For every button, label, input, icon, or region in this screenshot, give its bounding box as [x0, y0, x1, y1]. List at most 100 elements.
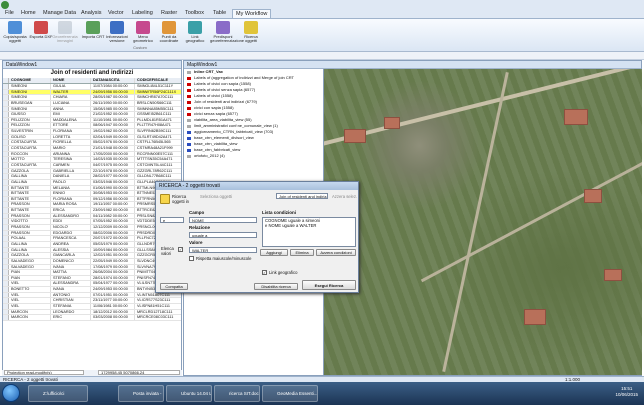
table-cell[interactable]: 01/06/1990 00:00:00 — [91, 185, 135, 191]
table-cell[interactable]: 23/09/1982 00:00:00 — [91, 208, 135, 213]
table-cell[interactable]: 05/04/1977 00:00:00 — [91, 281, 135, 287]
table-cell[interactable]: 26/11/1950 00:00:00 — [91, 100, 135, 106]
table-cell[interactable]: POLAAL — [9, 236, 51, 241]
table-cell[interactable]: EDDI — [51, 219, 91, 225]
table-cell[interactable]: RCCRNN00E57C111 — [135, 152, 179, 157]
app-logo-icon[interactable] — [1, 1, 9, 9]
table-cell[interactable]: IVANA — [51, 264, 91, 270]
table-cell[interactable]: 08/02/2006 00:00:00 — [91, 230, 135, 236]
table-cell[interactable]: TERESINA — [51, 157, 91, 162]
tab-toolbox[interactable]: Toolbox — [182, 9, 207, 18]
table-cell[interactable]: SMNNNA85M55C111 — [135, 107, 179, 112]
table-cell[interactable]: STEFANO — [51, 275, 91, 281]
table-cell[interactable]: MOTTO — [9, 157, 51, 162]
table-cell[interactable]: 19/11/1957 00:00:00 — [91, 202, 135, 208]
table-cell[interactable]: 22/05/1949 00:00:00 — [91, 258, 135, 264]
ricerca-oggetti-button[interactable]: Ricerca oggetti — [238, 21, 264, 49]
table-cell[interactable]: GSSMEI52B61C111 — [135, 112, 179, 117]
table-cell[interactable]: SMNGLI84L51C111Y — [135, 84, 179, 89]
table-cell[interactable]: BITTANTE — [9, 191, 51, 196]
table-cell[interactable]: 11/07/1984 00:00:00 — [91, 84, 135, 89]
table-cell[interactable]: COSTACURTA — [9, 146, 51, 151]
table-cell[interactable]: 30/08/1953 00:00:00 — [91, 191, 135, 196]
table-cell[interactable]: VIEL — [9, 281, 51, 287]
table-cell[interactable]: COSTACURTA — [9, 162, 51, 168]
table-cell[interactable]: PIAN — [9, 270, 51, 275]
table-cell[interactable]: CSTFLL76B45L565 — [135, 140, 179, 145]
table-cell[interactable]: 19/02/1962 00:00:00 — [91, 129, 135, 134]
table-cell[interactable]: SIMEONI — [9, 89, 51, 95]
table-cell[interactable]: ALESSIA — [51, 247, 91, 253]
column-header[interactable]: DATANASCITA — [91, 78, 135, 83]
table-cell[interactable]: MARIO — [51, 146, 91, 151]
table-cell[interactable]: FLORIANA — [51, 196, 91, 202]
table-cell[interactable]: 04/07/1975 00:00:00 — [91, 162, 135, 168]
table-cell[interactable]: 14/03/1935 00:00:00 — [91, 157, 135, 162]
relazione-select[interactable]: uguale a — [189, 232, 257, 238]
table-cell[interactable]: GIULIA — [51, 84, 91, 89]
table-cell[interactable]: COSTACURTA — [9, 140, 51, 146]
table-cell[interactable]: FIORELLA — [51, 140, 91, 146]
table-cell[interactable]: GALLINA — [9, 179, 51, 185]
taskbar-task[interactable]: Ubuntu 14.04 LTS — [166, 385, 212, 402]
table-cell[interactable]: GLSLRT49D42A471 — [135, 135, 179, 140]
table-cell[interactable]: 09/12/1956 00:00:00 — [91, 196, 135, 202]
table-cell[interactable]: 08/06/1947 00:00:00 — [91, 123, 135, 129]
table-cell[interactable]: GLLDNL77B68C111 — [135, 174, 179, 179]
table-cell[interactable]: EDOARDO — [51, 230, 91, 236]
table-cell[interactable]: MRCRCE08C03C111 — [135, 315, 179, 320]
table-cell[interactable]: IVANA — [51, 287, 91, 292]
table-cell[interactable]: GIANCARLA — [51, 253, 91, 258]
compatta-button[interactable]: Compatta — [160, 283, 188, 290]
copia-sposta-oggetti-button[interactable]: Copia/sposta oggetti — [2, 21, 28, 49]
table-cell[interactable]: MTTTSN35C54A471 — [135, 157, 179, 162]
table-cell[interactable]: MADDALENA — [51, 117, 91, 123]
table-cell[interactable]: ANNA — [51, 106, 91, 112]
tab-manage-data[interactable]: Manage Data — [40, 9, 79, 18]
table-cell[interactable]: 11/06/1981 00:00:00 — [91, 303, 135, 309]
esegui-ricerca-button[interactable]: Esegui Ricerca — [302, 280, 356, 290]
table-cell[interactable]: 02/04/1949 00:00:00 — [91, 134, 135, 140]
table-cell[interactable]: 22/10/1978 00:00:00 — [91, 168, 135, 174]
tab-raster[interactable]: Raster — [158, 9, 180, 18]
table-cell[interactable]: SALVADEGO — [9, 264, 51, 270]
table-cell[interactable]: VIDOTTO — [9, 219, 51, 225]
table-cell[interactable]: BRSLCN50S66C111 — [135, 101, 179, 106]
table-cell[interactable]: ALESSANDRO — [51, 213, 91, 219]
table-cell[interactable]: BONETTO — [9, 287, 51, 292]
table-cell[interactable]: 24/09/1953 00:00:00 — [91, 287, 135, 292]
table-cell[interactable]: MARCON — [9, 309, 51, 315]
campo-select[interactable]: NOME — [189, 217, 257, 223]
table-cell[interactable]: PELIZZON — [9, 117, 51, 123]
tab-table[interactable]: Table — [210, 9, 229, 18]
table-cell[interactable]: BITTANTE — [9, 196, 51, 202]
table-cell[interactable]: WALTER — [51, 89, 91, 95]
table-cell[interactable]: BITTANTE — [9, 208, 51, 213]
select-objects-label[interactable]: Seleziona oggetti — [200, 194, 240, 199]
table-cell[interactable]: MARCON — [9, 315, 51, 320]
table-cell[interactable]: 28/01/1974 00:00:00 — [91, 275, 135, 281]
table-cell[interactable]: GZZGRL78R62C111 — [135, 169, 179, 174]
case-sensitive-checkbox[interactable] — [189, 256, 194, 261]
table-cell[interactable]: 23/11/1977 00:00:00 — [91, 298, 135, 303]
taskbar-task[interactable]: ricerca SIT.doc -... — [214, 385, 260, 402]
table-cell[interactable]: FLORIANA — [51, 129, 91, 134]
table-cell[interactable]: SIMEONI — [9, 84, 51, 89]
elenca-valori-checkbox[interactable]: ✓ — [178, 247, 183, 252]
table-cell[interactable]: BITTANTE — [9, 185, 51, 191]
table-cell[interactable]: CSTMRA48A21F999 — [135, 146, 179, 151]
table-cell[interactable]: MARIA ROSA — [51, 202, 91, 208]
aggiungi-button[interactable]: Aggiungi — [260, 249, 288, 256]
table-cell[interactable]: 18/12/2012 00:00:00 — [91, 309, 135, 315]
search-dialog[interactable]: RICERCA - 2 oggetti trovati Ricerca ogge… — [155, 181, 359, 293]
table-cell[interactable]: BRUSEGAN — [9, 100, 51, 106]
table-cell[interactable]: CSTCMN75L44C111 — [135, 163, 179, 168]
table-cell[interactable]: EMI — [51, 112, 91, 117]
start-button-icon[interactable] — [2, 384, 20, 402]
table-cell[interactable]: DOMENICO — [51, 258, 91, 264]
table-cell[interactable]: PLLMDL81R51A471 — [135, 118, 179, 123]
azzera-condizioni-button[interactable]: Azzera condizioni — [316, 249, 356, 256]
table-cell[interactable]: FRANCESCA — [51, 236, 91, 241]
table-cell[interactable]: VLICRS77S23C111 — [135, 298, 179, 303]
table-cell[interactable]: SMNWTR56P24C111X — [135, 90, 179, 95]
